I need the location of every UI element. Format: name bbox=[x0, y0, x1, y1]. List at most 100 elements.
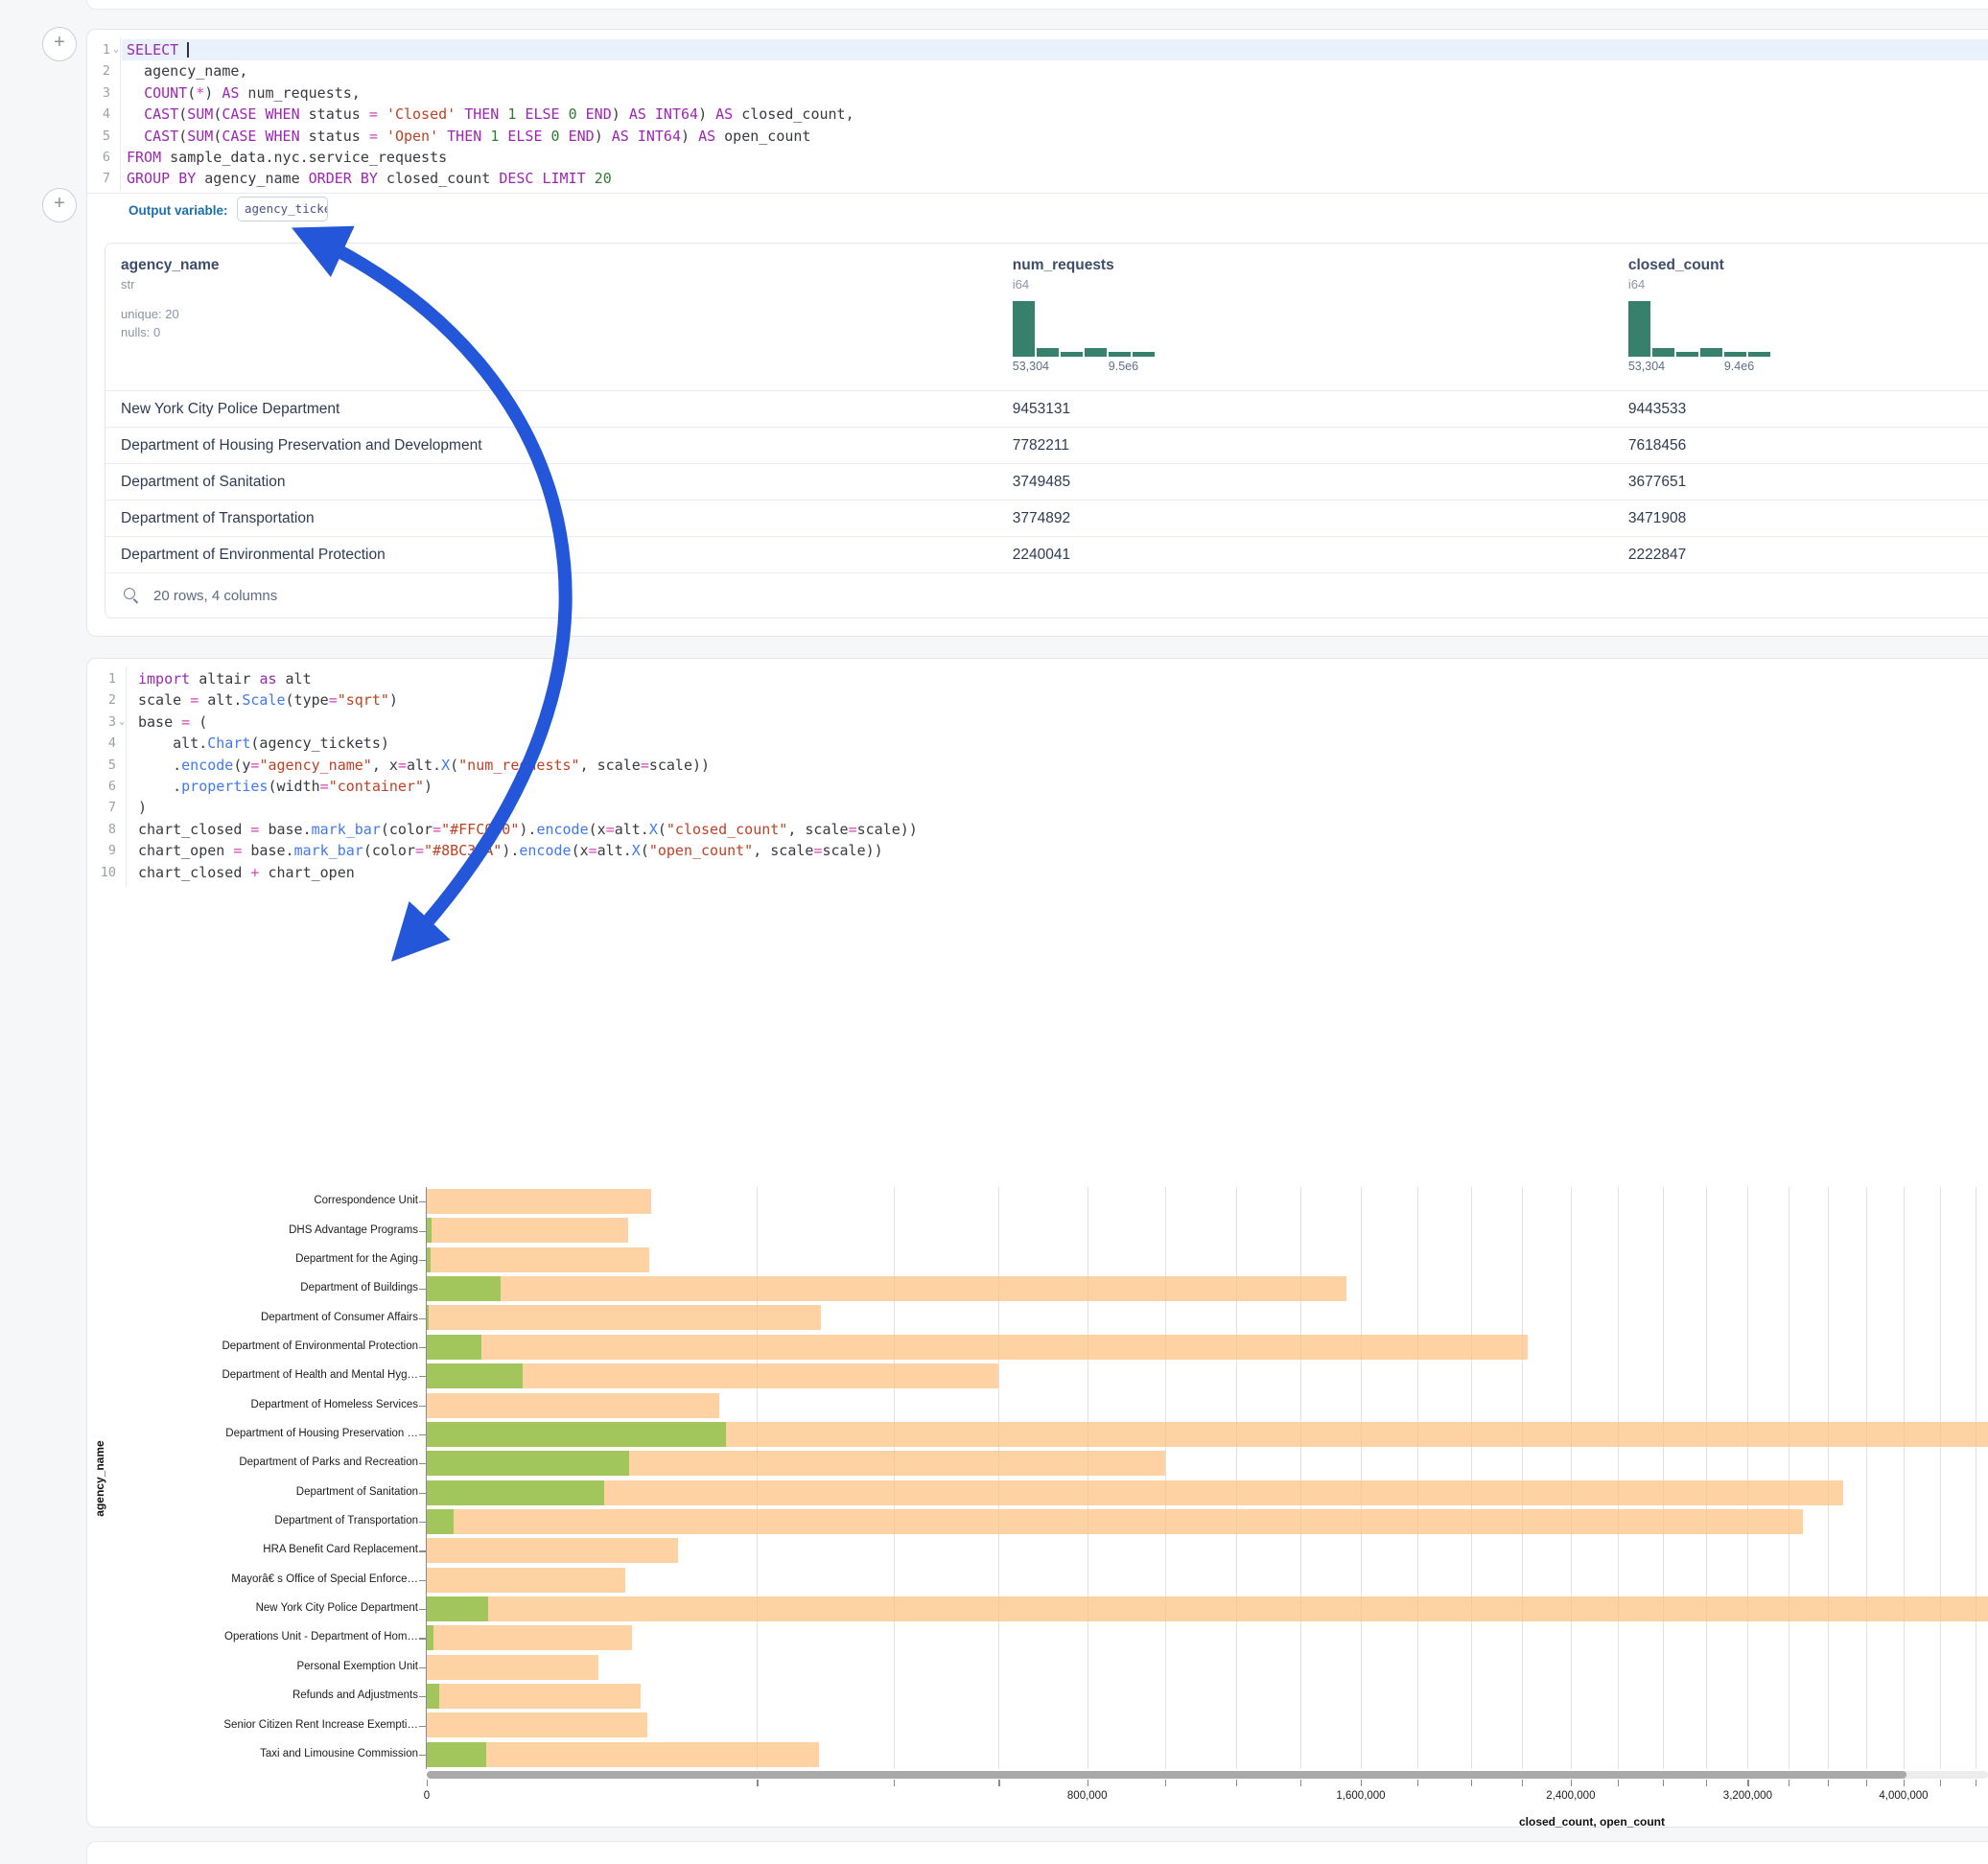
code-line[interactable]: 6 .properties(width="container") bbox=[87, 776, 1988, 797]
code-line[interactable]: 2 agency_name, bbox=[87, 60, 1988, 82]
column-name: num_requests bbox=[1013, 257, 1613, 274]
bar-open[interactable] bbox=[427, 1363, 523, 1388]
code-line[interactable]: 5 .encode(y="agency_name", x=alt.X("num_… bbox=[87, 755, 1988, 776]
code-line[interactable]: 4 CAST(SUM(CASE WHEN status = 'Closed' T… bbox=[87, 104, 1988, 125]
code-text: chart_closed = base.mark_bar(color="#FFC… bbox=[138, 819, 918, 840]
bar-open[interactable] bbox=[427, 1422, 726, 1447]
column-header-agency_name[interactable]: agency_namestrunique: 20nulls: 0 bbox=[105, 244, 997, 390]
sql-editor[interactable]: 1⌄SELECT 2 agency_name,3 COUNT(*) AS num… bbox=[87, 39, 1988, 190]
bar-open[interactable] bbox=[427, 1218, 432, 1243]
bar-closed[interactable] bbox=[427, 1596, 1988, 1621]
python-editor[interactable]: 1import altair as alt2scale = alt.Scale(… bbox=[87, 668, 1988, 883]
column-type: str bbox=[121, 277, 997, 291]
code-line[interactable]: 7GROUP BY agency_name ORDER BY closed_co… bbox=[87, 168, 1988, 189]
table-row[interactable]: Department of Transportation377489234719… bbox=[105, 500, 1988, 536]
code-line[interactable]: 4 alt.Chart(agency_tickets) bbox=[87, 733, 1988, 754]
column-histogram bbox=[1628, 301, 1770, 357]
table-cell: 7618456 bbox=[1613, 437, 1988, 454]
bar-closed[interactable] bbox=[427, 1218, 628, 1243]
bar-open[interactable] bbox=[427, 1451, 629, 1476]
code-line[interactable]: 5 CAST(SUM(CASE WHEN status = 'Open' THE… bbox=[87, 126, 1988, 147]
bar-open[interactable] bbox=[427, 1684, 439, 1709]
y-axis-label: Department of Buildings bbox=[130, 1282, 418, 1293]
code-line[interactable]: 6FROM sample_data.nyc.service_requests bbox=[87, 147, 1988, 168]
code-line[interactable]: 3 COUNT(*) AS num_requests, bbox=[87, 82, 1988, 104]
code-line[interactable]: 3⌄base = ( bbox=[87, 711, 1988, 733]
table-row[interactable]: Department of Environmental Protection22… bbox=[105, 536, 1988, 572]
column-header-closed_count[interactable]: closed_counti6453,3049.4e6 bbox=[1613, 244, 1988, 390]
x-axis-tick bbox=[1361, 1780, 1362, 1786]
fold-chevron-icon[interactable]: ⌄ bbox=[113, 39, 119, 60]
gridline bbox=[757, 1187, 758, 1769]
add-cell-button-top[interactable]: + bbox=[42, 27, 77, 61]
x-axis-tick bbox=[1417, 1780, 1418, 1786]
table-row[interactable]: Department of Sanitation37494853677651 bbox=[105, 463, 1988, 500]
line-number: 3 bbox=[85, 82, 110, 104]
table-cell: 3471908 bbox=[1613, 510, 1988, 527]
fold-chevron-icon[interactable]: ⌄ bbox=[119, 711, 125, 733]
bar-closed[interactable] bbox=[427, 1538, 678, 1563]
chart-scrollbar-thumb[interactable] bbox=[427, 1771, 1906, 1779]
bar-closed[interactable] bbox=[427, 1713, 647, 1737]
code-line[interactable]: 7) bbox=[87, 797, 1988, 818]
bar-open[interactable] bbox=[427, 1596, 488, 1621]
bar-open[interactable] bbox=[427, 1480, 604, 1505]
line-number: 2 bbox=[91, 689, 116, 711]
x-axis-tick bbox=[1866, 1780, 1867, 1786]
bar-closed[interactable] bbox=[427, 1625, 632, 1650]
line-number: 8 bbox=[91, 819, 116, 840]
y-axis-label: Department of Environmental Protection bbox=[130, 1340, 418, 1352]
table-cell: 7782211 bbox=[997, 437, 1613, 454]
bar-open[interactable] bbox=[427, 1742, 486, 1767]
bar-open[interactable] bbox=[427, 1305, 429, 1330]
histogram-max-label: 9.4e6 bbox=[1724, 360, 1754, 373]
bar-closed[interactable] bbox=[427, 1655, 598, 1680]
divider bbox=[87, 193, 1988, 194]
code-line[interactable]: 9chart_open = base.mark_bar(color="#8BC3… bbox=[87, 840, 1988, 861]
gridline bbox=[1706, 1187, 1707, 1769]
bar-closed[interactable] bbox=[427, 1276, 1346, 1301]
y-axis-tick bbox=[419, 1493, 426, 1494]
gridline bbox=[1866, 1187, 1867, 1769]
bar-open[interactable] bbox=[427, 1509, 454, 1534]
code-line[interactable]: 1⌄SELECT bbox=[87, 39, 1988, 60]
code-line[interactable]: 1import altair as alt bbox=[87, 668, 1988, 689]
table-body: New York City Police Department945313194… bbox=[105, 390, 1988, 572]
search-icon[interactable] bbox=[123, 587, 140, 604]
code-line[interactable]: 10chart_closed + chart_open bbox=[87, 862, 1988, 883]
table-cell: 3749485 bbox=[997, 474, 1613, 491]
column-header-num_requests[interactable]: num_requestsi6453,3049.5e6 bbox=[997, 244, 1613, 390]
gridline bbox=[1663, 1187, 1664, 1769]
add-cell-button-output[interactable]: + bbox=[42, 188, 77, 222]
bar-closed[interactable] bbox=[427, 1335, 1528, 1360]
bar-open[interactable] bbox=[427, 1335, 481, 1360]
bar-closed[interactable] bbox=[427, 1568, 625, 1593]
bar-open[interactable] bbox=[427, 1276, 501, 1301]
code-line[interactable]: 2scale = alt.Scale(type="sqrt") bbox=[87, 689, 1988, 711]
x-axis-tick bbox=[1471, 1780, 1472, 1786]
bar-closed[interactable] bbox=[427, 1480, 1843, 1505]
bar-closed[interactable] bbox=[427, 1305, 821, 1330]
table-cell: 9443533 bbox=[1613, 401, 1988, 418]
x-axis-title: closed_count, open_count bbox=[1519, 1815, 1665, 1829]
table-row[interactable]: New York City Police Department945313194… bbox=[105, 390, 1988, 427]
code-text: GROUP BY agency_name ORDER BY closed_cou… bbox=[127, 168, 612, 189]
x-axis-tick-label: 1,600,000 bbox=[1336, 1790, 1385, 1802]
bar-closed[interactable] bbox=[427, 1684, 641, 1709]
bar-closed[interactable] bbox=[427, 1189, 651, 1214]
code-text: chart_closed + chart_open bbox=[138, 862, 355, 883]
gridline bbox=[1940, 1187, 1941, 1769]
bar-closed[interactable] bbox=[427, 1509, 1803, 1534]
table-cell: Department of Sanitation bbox=[105, 474, 997, 491]
bar-open[interactable] bbox=[427, 1247, 431, 1272]
line-number: 6 bbox=[91, 776, 116, 797]
table-row[interactable]: Department of Housing Preservation and D… bbox=[105, 427, 1988, 463]
bar-closed[interactable] bbox=[427, 1393, 719, 1418]
code-line[interactable]: 8 chart_closed = base.mark_bar(color="#FF… bbox=[87, 819, 1988, 840]
y-axis-label: Operations Unit - Department of Hom… bbox=[130, 1631, 418, 1643]
y-axis-label: Mayorâ€ s Office of Special Enforce… bbox=[130, 1573, 418, 1585]
bar-closed[interactable] bbox=[427, 1247, 649, 1272]
bar-open[interactable] bbox=[427, 1625, 433, 1650]
code-text: base = ( bbox=[138, 711, 207, 733]
output-variable-pill[interactable]: agency_tickets bbox=[237, 197, 328, 221]
